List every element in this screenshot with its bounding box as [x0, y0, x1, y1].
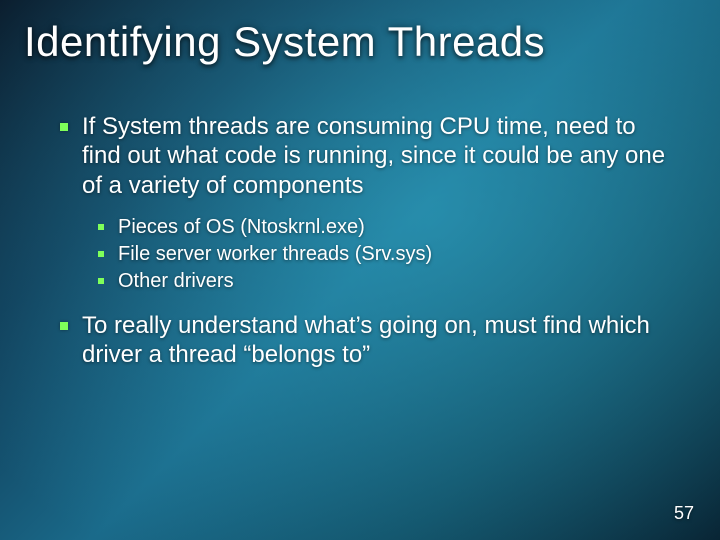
bullet-level2: Other drivers [98, 268, 670, 295]
slide-number: 57 [674, 503, 694, 524]
bullet-text: To really understand what’s going on, mu… [82, 312, 650, 368]
bullet-text: File server worker threads (Srv.sys) [118, 243, 432, 265]
bullet-text: Other drivers [118, 270, 234, 292]
slide-content: If System threads are consuming CPU time… [60, 112, 670, 383]
bullet-level2: File server worker threads (Srv.sys) [98, 241, 670, 268]
bullet-text: If System threads are consuming CPU time… [82, 113, 665, 199]
bullet-text: Pieces of OS (Ntoskrnl.exe) [118, 216, 365, 238]
bullet-level2: Pieces of OS (Ntoskrnl.exe) [98, 214, 670, 241]
slide-title: Identifying System Threads [24, 18, 696, 66]
slide: Identifying System Threads If System thr… [0, 0, 720, 540]
bullet-level1: If System threads are consuming CPU time… [60, 112, 670, 200]
bullet-level1: To really understand what’s going on, mu… [60, 311, 670, 370]
sub-bullet-list: Pieces of OS (Ntoskrnl.exe) File server … [98, 214, 670, 295]
